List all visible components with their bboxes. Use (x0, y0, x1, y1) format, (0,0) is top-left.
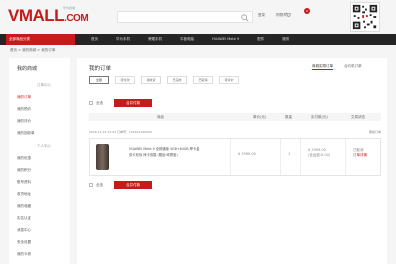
search-input[interactable] (117, 11, 253, 23)
divider (300, 139, 301, 175)
category-menu-button[interactable]: 全部商品分类 (6, 34, 75, 45)
order-detail-link[interactable]: 订单详情 (353, 153, 367, 158)
paid-amount: ¥ 3399.00 (含运费:0.00) (308, 148, 330, 158)
order-type-tabs: 商城实物订单 合约机订单 (312, 64, 362, 70)
sidebar-section-personal: 个人中心 (37, 144, 51, 148)
nav-item-home[interactable]: 首页 (91, 34, 98, 45)
select-all-label-bottom: 全选 (96, 183, 103, 187)
filter-unpaid[interactable]: 待付款 (115, 76, 135, 84)
product-name-line2: 双卡双待 徕卡双摄 (赠品:碎屏宝) (129, 153, 178, 157)
nav-item-huawei-phones[interactable]: 华为手机 (116, 34, 130, 45)
header-quantity: 数量 (285, 115, 292, 119)
merge-pay-button[interactable]: 合并付款 (114, 99, 153, 107)
order-table-header: 商品 单价(元) 数量 实付款(元) 交易状态 (89, 113, 381, 121)
header-status: 交易状态 (351, 115, 365, 119)
bulk-action-bar-top: 全选 合并付款 (89, 99, 153, 107)
order-meta-text: 2016-12-19 13:23 订单号：101612190000 (89, 130, 152, 134)
divider (280, 139, 281, 175)
nav-item-honor-phones[interactable]: 荣耀手机 (148, 34, 162, 45)
select-all-checkbox-bottom[interactable] (89, 183, 93, 187)
sidebar-item-points[interactable]: 我的积分 (17, 168, 31, 173)
login-link[interactable]: 登录 (258, 13, 265, 17)
filter-completed[interactable]: 已完成 (167, 76, 187, 84)
main-nav: 全部商品分类 首页 华为手机 荣耀手机 平板电脑 HUAWEI Mate 9 配… (0, 34, 396, 45)
header-paid: 实付款(元) (311, 115, 328, 119)
filter-all[interactable]: 全部 (89, 76, 109, 84)
sidebar-item-favorites[interactable]: 我的收藏 (17, 204, 31, 209)
sidebar-item-reviews[interactable]: 我的评价 (17, 119, 31, 124)
delete-order-link[interactable]: 删除订单 (369, 130, 381, 134)
filter-to-review[interactable]: 待评价 (219, 76, 239, 84)
order-status: 已取消 订单详情 (353, 148, 367, 158)
nav-item-tablets[interactable]: 平板电脑 (180, 34, 194, 45)
logo-tag: 华为商城 (63, 6, 76, 10)
select-all-label: 全选 (96, 101, 103, 105)
breadcrumb: 首页 > 我的商城 > 我的订单 (10, 48, 56, 52)
header-product: 商品 (157, 115, 164, 119)
order-meta: 2016-12-19 13:23 订单号：101612190000 删除订单 (89, 130, 381, 134)
orders-panel: 我的订单 商城实物订单 合约机订单 全部 待付款 待收货 已完成 已取消 待评价… (77, 58, 387, 264)
sidebar-item-my-orders[interactable]: 我的订单 (17, 95, 31, 100)
sidebar-item-cards[interactable]: 我的卡券 (17, 252, 31, 257)
sidebar-item-security[interactable]: 安全设置 (17, 240, 31, 245)
tab-mall-orders[interactable]: 商城实物订单 (312, 64, 333, 70)
product-name-link[interactable]: HUAWEI Mate 9 全网通版 4GB+64GB 摩卡金 双卡双待 徕卡双… (129, 146, 224, 158)
header-unit-price: 单价(元) (253, 115, 267, 119)
nav-item-service[interactable]: 服务 (282, 34, 289, 45)
unit-price: ¥ 3399.00 (238, 152, 256, 156)
merge-pay-button-bottom[interactable]: 合并付款 (114, 181, 153, 189)
divider (230, 139, 231, 175)
order-row: HUAWEI Mate 9 全网通版 4GB+64GB 摩卡金 双卡双待 徕卡双… (89, 138, 381, 176)
sidebar-title: 我的商城 (17, 66, 38, 72)
bulk-action-bar-bottom: 全选 合并付款 (89, 181, 153, 189)
sidebar-item-account[interactable]: 账号资料 (17, 180, 31, 185)
sidebar-item-verification[interactable]: 实名认证 (17, 216, 31, 221)
cart-count-badge: 0 (304, 8, 310, 14)
sidebar-item-address[interactable]: 收货地址 (17, 192, 31, 197)
sidebar-item-coupons[interactable]: 我的优惠 (17, 156, 31, 161)
vmall-logo[interactable]: VMALL.COM 华为商城 (8, 6, 89, 28)
search-icon[interactable] (241, 14, 249, 22)
page-title: 我的订单 (89, 66, 112, 72)
filter-cancelled[interactable]: 已取消 (193, 76, 213, 84)
product-image[interactable] (96, 144, 109, 170)
quantity: 1 (288, 152, 291, 156)
select-all-checkbox[interactable] (89, 101, 93, 105)
sidebar-section-orders: 订单中心 (37, 83, 51, 87)
nav-item-accessories[interactable]: 配件 (257, 34, 264, 45)
sidebar-item-recycle[interactable]: 我的回收单 (17, 131, 35, 136)
sidebar: 我的商城 订单中心 我的订单 我的预约 我的评价 我的回收单 个人中心 我的优惠… (9, 58, 70, 264)
cart-icon[interactable] (285, 12, 291, 18)
paid-amount-note: (含运费:0.00) (308, 153, 331, 157)
sidebar-item-reservations[interactable]: 我的预约 (17, 107, 31, 112)
order-status-filter: 全部 待付款 待收货 已完成 已取消 待评价 (89, 76, 239, 84)
nav-item-mate9[interactable]: HUAWEI Mate 9 (212, 34, 239, 45)
sidebar-item-messages[interactable]: 消息中心 (17, 228, 31, 233)
divider (345, 139, 346, 175)
filter-to-receive[interactable]: 待收货 (141, 76, 161, 84)
qr-code-image (350, 2, 380, 32)
tab-contract-orders[interactable]: 合约机订单 (344, 64, 362, 68)
